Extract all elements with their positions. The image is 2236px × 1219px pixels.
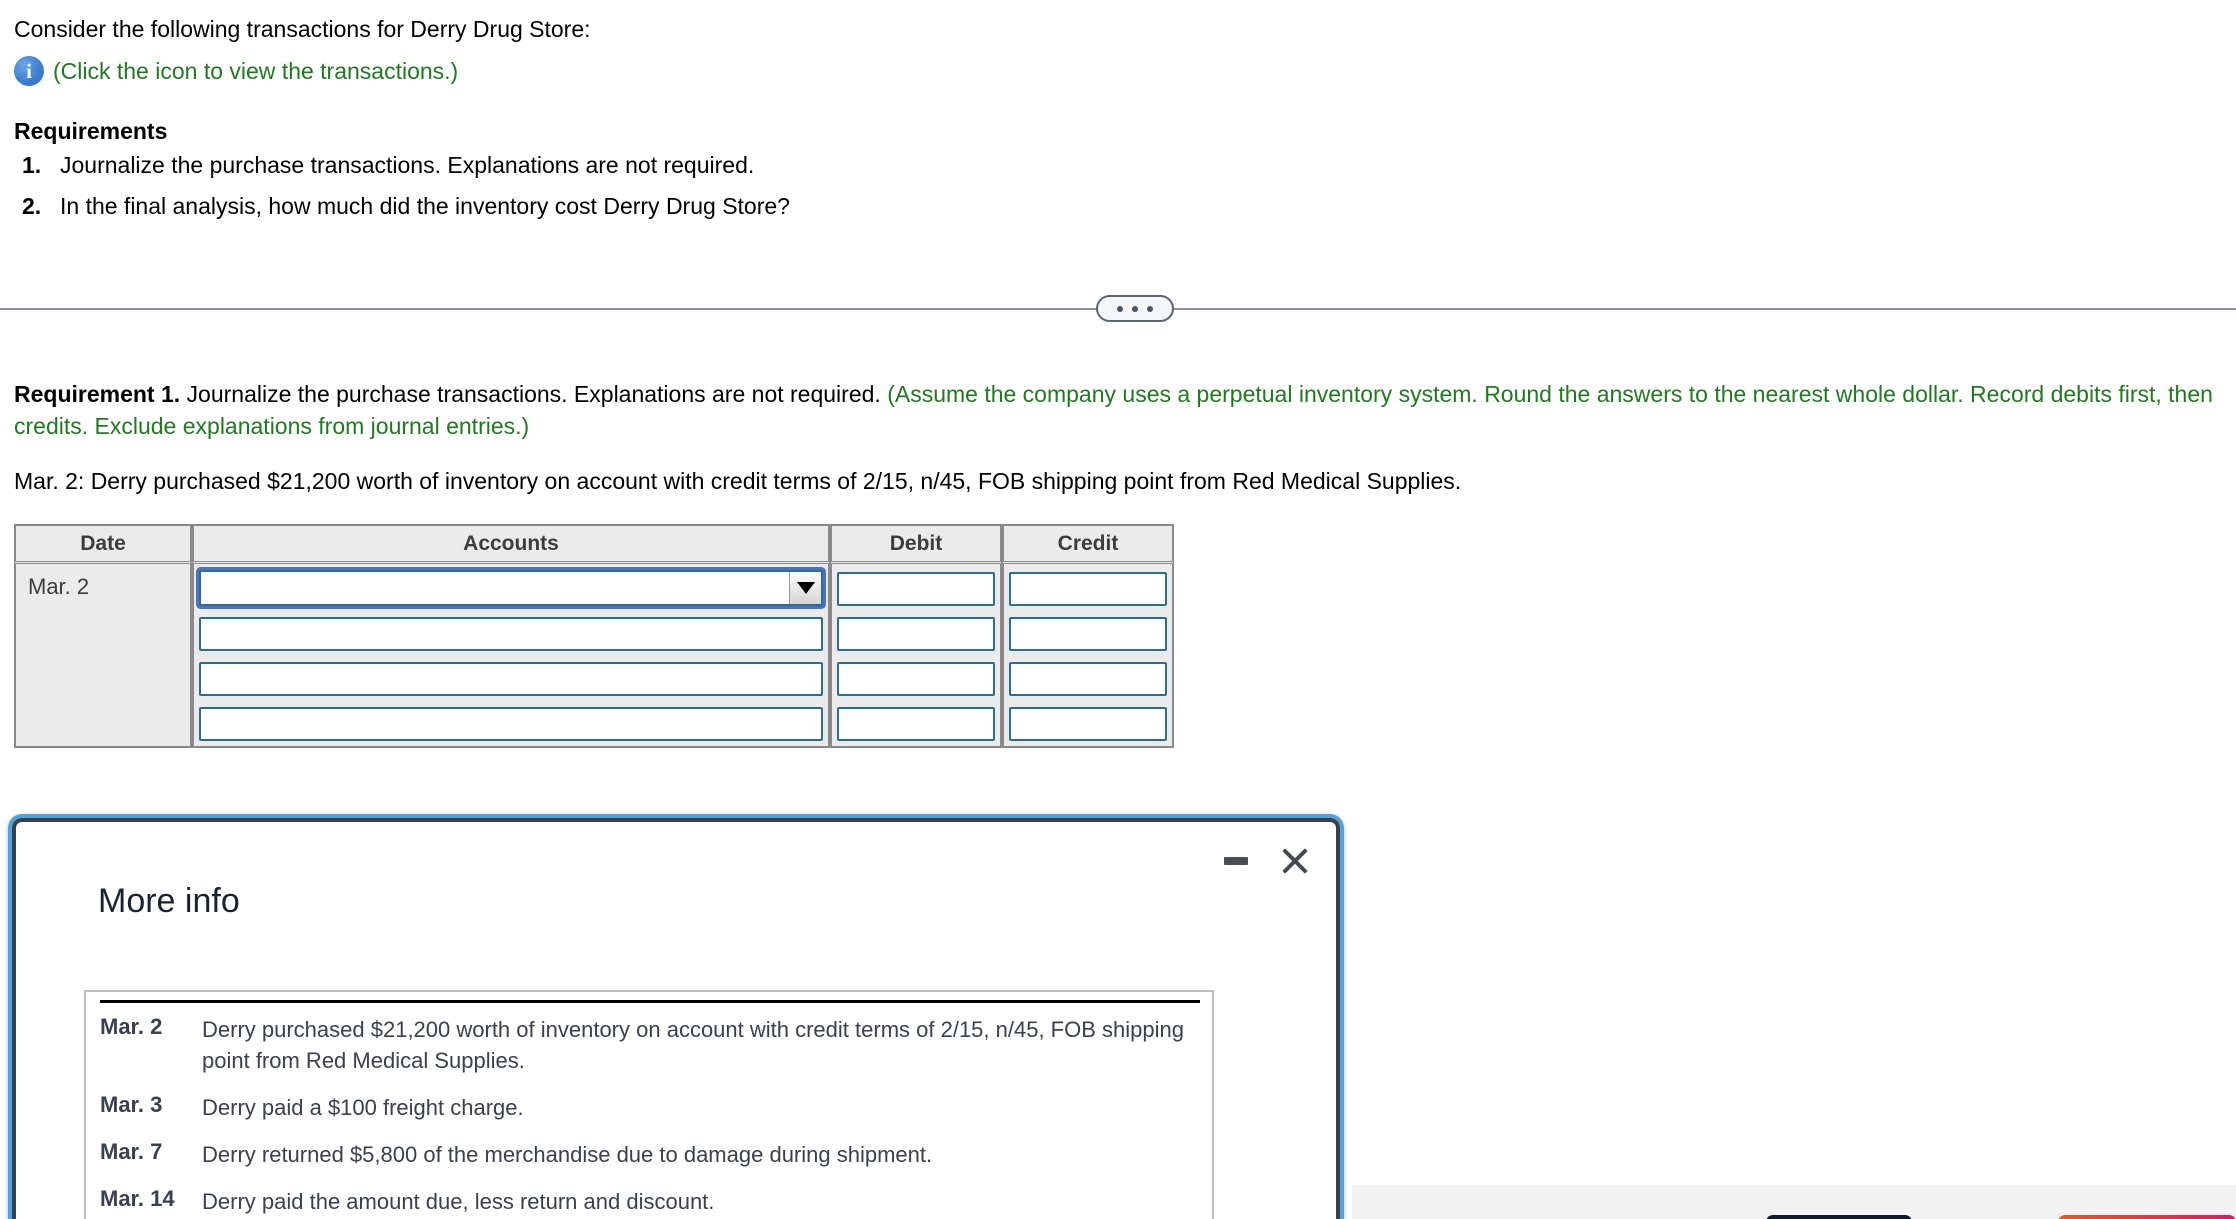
column-header-accounts: Accounts <box>192 524 830 564</box>
debit-input-row-1[interactable] <box>837 572 995 606</box>
table-header-row: Date Accounts Debit Credit <box>14 524 1174 564</box>
transaction-date: Mar. 7 <box>100 1139 163 1164</box>
transaction-description: Derry returned $5,800 of the merchandise… <box>202 1142 933 1167</box>
credit-cell <box>1004 656 1172 701</box>
dot-icon <box>1117 305 1123 312</box>
dot-icon <box>1147 305 1153 312</box>
partial-accent-button[interactable] <box>2058 1215 2236 1219</box>
partial-dark-button[interactable] <box>1766 1215 1912 1219</box>
credit-cell <box>1004 564 1172 611</box>
transaction-description: Derry paid a $100 freight charge. <box>202 1095 524 1120</box>
accounts-input-row-2[interactable] <box>199 617 823 651</box>
accounts-cell <box>194 611 828 656</box>
table-row: Mar. 2 Derry purchased $21,200 worth of … <box>100 1014 1200 1092</box>
debit-cell <box>832 611 1000 656</box>
accounts-cell <box>194 701 828 746</box>
panel-top-rule <box>100 1000 1200 1003</box>
credit-cell <box>1004 611 1172 656</box>
accounts-cell <box>194 656 828 701</box>
info-icon-row: i (Click the icon to view the transactio… <box>14 56 1714 86</box>
table-row: Mar. 14 Derry paid the amount due, less … <box>100 1186 1200 1219</box>
credit-column <box>1002 564 1174 748</box>
requirements-list: 1. Journalize the purchase transactions.… <box>14 152 1614 234</box>
table-row: Mar. 2 <box>14 564 1174 748</box>
dot-icon <box>1132 305 1138 312</box>
debit-cell <box>832 656 1000 701</box>
info-icon[interactable]: i <box>14 56 44 86</box>
accounts-column <box>192 564 830 748</box>
requirement-1-block: Requirement 1. Journalize the purchase t… <box>14 378 2229 442</box>
requirement-text: In the final analysis, how much did the … <box>60 193 790 219</box>
ellipsis-handle[interactable] <box>1096 295 1174 322</box>
accounts-input-row-3[interactable] <box>199 662 823 696</box>
debit-cell <box>832 701 1000 746</box>
statement-intro: Consider the following transactions for … <box>14 16 591 42</box>
modal-title: More info <box>98 882 240 920</box>
column-header-date: Date <box>14 524 192 564</box>
requirement-1-label: Requirement 1. <box>14 381 181 407</box>
credit-input-row-3[interactable] <box>1009 662 1167 696</box>
section-divider <box>0 295 2236 323</box>
column-header-credit: Credit <box>1002 524 1174 564</box>
list-item: 1. Journalize the purchase transactions.… <box>14 152 1614 179</box>
problem-statement: Consider the following transactions for … <box>14 14 1714 86</box>
transaction-prompt: Mar. 2: Derry purchased $21,200 worth of… <box>14 468 1462 494</box>
page-root: Consider the following transactions for … <box>0 0 2236 1219</box>
requirement-1-text: Journalize the purchase transactions. Ex… <box>180 381 888 407</box>
accounts-select-row-1[interactable] <box>199 570 823 606</box>
debit-input-row-4[interactable] <box>837 707 995 741</box>
journal-date-cell: Mar. 2 <box>14 564 192 748</box>
debit-cell <box>832 564 1000 611</box>
transaction-date: Mar. 14 <box>100 1186 175 1211</box>
transaction-description: Derry paid the amount due, less return a… <box>202 1189 715 1214</box>
debit-input-row-2[interactable] <box>837 617 995 651</box>
requirement-number: 2. <box>22 193 42 219</box>
chevron-down-icon[interactable] <box>789 572 821 604</box>
requirement-1-paragraph: Requirement 1. Journalize the purchase t… <box>14 378 2229 442</box>
accounts-input-row-4[interactable] <box>199 707 823 741</box>
credit-cell <box>1004 701 1172 746</box>
accounts-cell <box>194 564 828 611</box>
modal-inner-frame: More info Mar. 2 Derry purchased $21,200… <box>12 818 1340 1219</box>
view-transactions-link[interactable]: (Click the icon to view the transactions… <box>53 58 458 85</box>
transactions-panel: Mar. 2 Derry purchased $21,200 worth of … <box>84 990 1214 1219</box>
transaction-date: Mar. 2 <box>100 1014 163 1039</box>
requirement-text: Journalize the purchase transactions. Ex… <box>60 152 755 178</box>
credit-input-row-2[interactable] <box>1009 617 1167 651</box>
credit-input-row-1[interactable] <box>1009 572 1167 606</box>
transaction-description: Derry purchased $21,200 worth of invento… <box>202 1017 1184 1073</box>
modal-window-controls <box>1224 844 1312 878</box>
list-item: 2. In the final analysis, how much did t… <box>14 193 1614 220</box>
journal-entry-table: Date Accounts Debit Credit Mar. 2 <box>14 524 1174 748</box>
minimize-icon[interactable] <box>1224 857 1248 865</box>
table-row: Mar. 7 Derry returned $5,800 of the merc… <box>100 1139 1200 1186</box>
column-header-debit: Debit <box>830 524 1002 564</box>
requirements-heading: Requirements <box>14 118 168 144</box>
requirement-number: 1. <box>22 152 42 178</box>
table-row: Mar. 3 Derry paid a $100 freight charge. <box>100 1092 1200 1139</box>
credit-input-row-4[interactable] <box>1009 707 1167 741</box>
bottom-toolbar-strip <box>1352 1185 2236 1219</box>
debit-input-row-3[interactable] <box>837 662 995 696</box>
close-icon[interactable] <box>1278 844 1312 878</box>
transactions-table: Mar. 2 Derry purchased $21,200 worth of … <box>100 1014 1200 1219</box>
more-info-modal: More info Mar. 2 Derry purchased $21,200… <box>8 814 1344 1219</box>
transaction-date: Mar. 3 <box>100 1092 163 1117</box>
debit-column <box>830 564 1002 748</box>
